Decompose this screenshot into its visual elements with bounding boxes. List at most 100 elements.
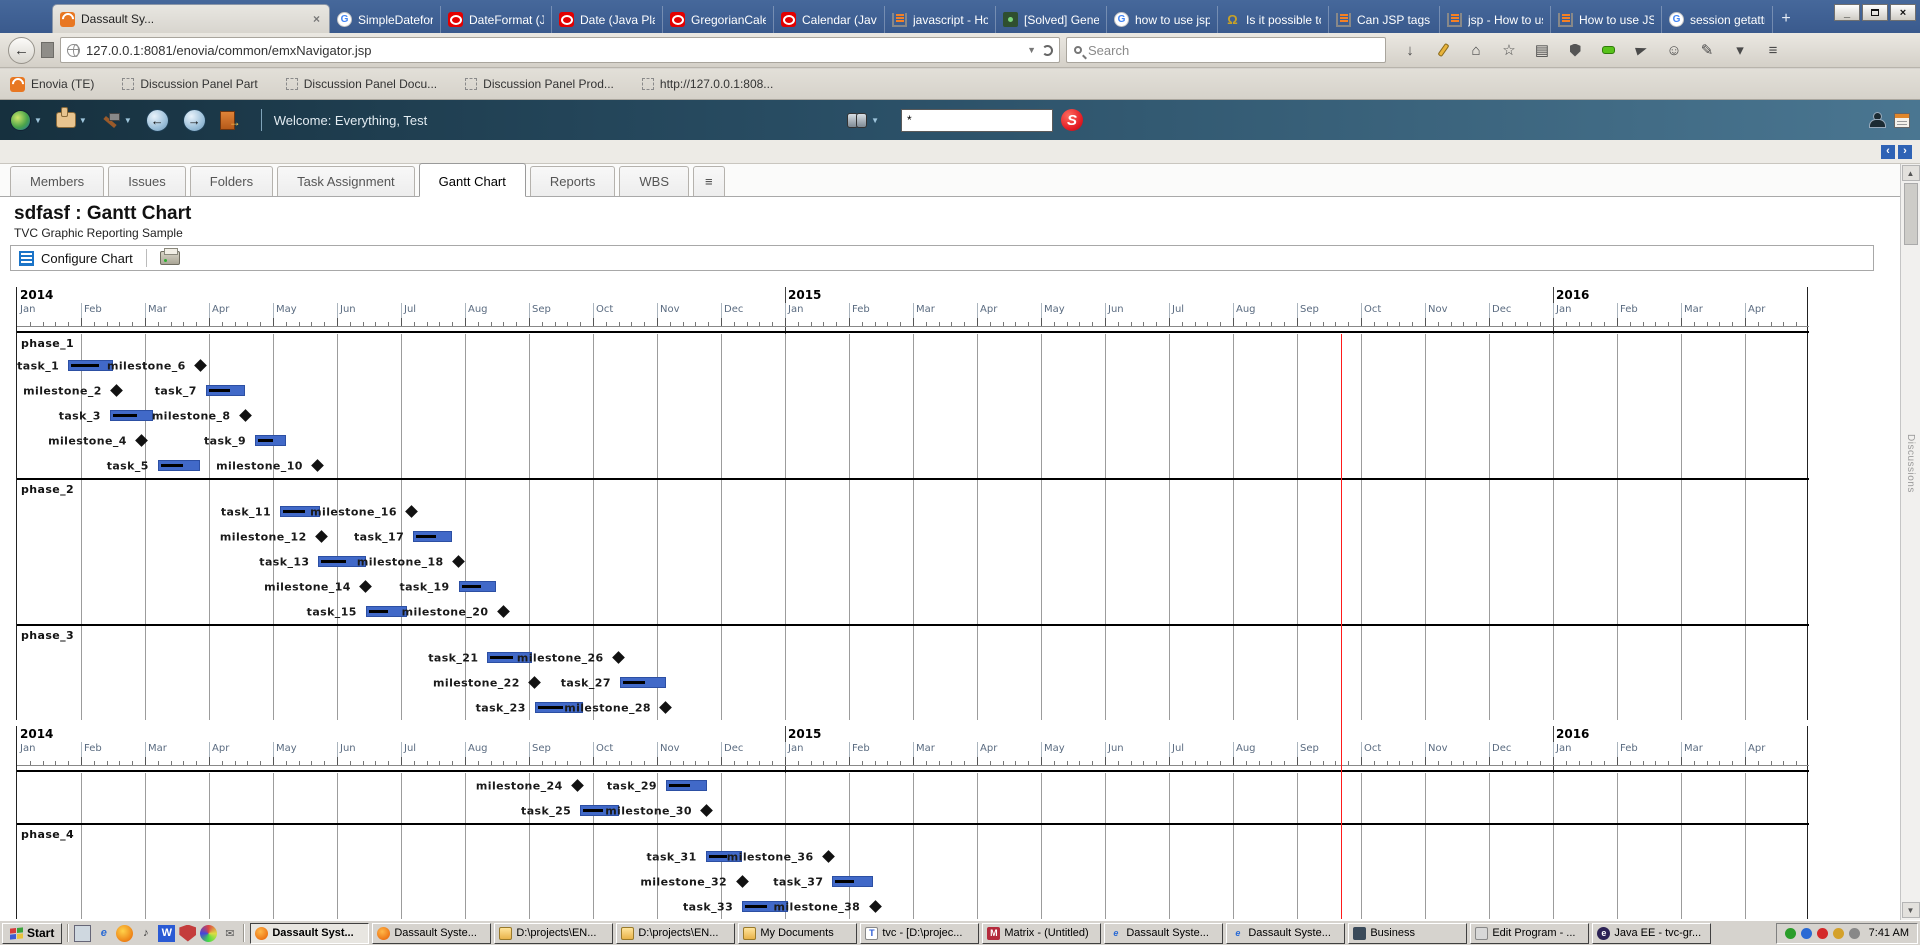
url-dropdown-icon[interactable]: ▼	[1027, 45, 1036, 55]
browser-tab[interactable]: Gsession getattri...	[1662, 6, 1773, 33]
gantt-milestone-diamond[interactable]	[452, 555, 465, 568]
tab-close-icon[interactable]: ×	[311, 12, 322, 26]
bookmark-star-icon[interactable]: ☆	[1497, 38, 1521, 62]
gantt-milestone-diamond[interactable]	[135, 434, 148, 447]
tab-members[interactable]: Members	[10, 166, 104, 196]
collaboration-icon[interactable]	[1869, 112, 1886, 128]
bookmark-item[interactable]: Discussion Panel Prod...	[465, 77, 614, 91]
hamburger-menu-icon[interactable]: ≡	[1761, 38, 1785, 62]
browser-tab[interactable]: [Solved] Genera...	[996, 6, 1107, 33]
browser-tab[interactable]: Can JSP tags be...	[1329, 6, 1440, 33]
bookmark-item[interactable]: Enovia (TE)	[10, 77, 94, 92]
bookmark-item[interactable]: Discussion Panel Part	[122, 77, 257, 91]
send-tab-icon[interactable]	[1629, 38, 1653, 62]
browser-tab[interactable]: DateFormat (Ja...	[441, 6, 552, 33]
search-input[interactable]	[1088, 43, 1378, 58]
browser-tab[interactable]: ΩIs it possible to ...	[1218, 6, 1329, 33]
restore-button[interactable]	[1862, 4, 1888, 21]
url-input[interactable]	[86, 43, 1021, 58]
paint-icon[interactable]	[200, 925, 217, 942]
gantt-milestone-diamond[interactable]	[315, 530, 328, 543]
gantt-task-bar[interactable]	[832, 876, 872, 887]
browser-tab[interactable]: GregorianCalen...	[663, 6, 774, 33]
bookmarks-sidebar-icon[interactable]: ▤	[1530, 38, 1554, 62]
taskbar-window-button[interactable]: eJava EE - tvc-gr...	[1592, 923, 1711, 944]
taskbar-window-button[interactable]: D:\projects\EN...	[494, 923, 613, 944]
bookmark-item[interactable]: http://127.0.0.1:808...	[642, 77, 773, 91]
scroll-up-icon[interactable]: ▲	[1902, 165, 1920, 181]
overflow-caret-icon[interactable]: ▾	[1728, 38, 1752, 62]
gantt-milestone-diamond[interactable]	[406, 505, 419, 518]
tab-task-assignment[interactable]: Task Assignment	[277, 166, 415, 196]
mail-icon[interactable]: ✉	[221, 925, 238, 942]
antivirus-icon[interactable]	[1785, 928, 1796, 939]
gantt-task-bar[interactable]	[620, 677, 666, 688]
volume-icon[interactable]: ♪	[137, 925, 154, 942]
taskbar-window-button[interactable]: Dassault Syste...	[372, 923, 491, 944]
page-icon[interactable]	[41, 42, 54, 58]
app-search-input[interactable]	[901, 109, 1053, 132]
tools-icon[interactable]: ▼	[101, 111, 132, 129]
taskbar-window-button[interactable]: MMatrix - (Untitled)	[982, 923, 1101, 944]
gantt-milestone-diamond[interactable]	[497, 605, 510, 618]
tab-wbs[interactable]: WBS	[619, 166, 689, 196]
gantt-milestone-diamond[interactable]	[869, 900, 882, 913]
gantt-task-bar[interactable]	[413, 531, 452, 542]
tab-overflow-menu[interactable]: ≡	[693, 166, 725, 196]
discussions-tab[interactable]: Discussions	[1905, 434, 1916, 493]
browser-tab[interactable]: Ghow to use jsp t...	[1107, 6, 1218, 33]
highlighter-icon[interactable]	[1431, 38, 1455, 62]
browser-tab[interactable]: How to use JSP ...	[1551, 6, 1662, 33]
smiley-icon[interactable]: ☺	[1662, 38, 1686, 62]
taskbar-window-button[interactable]: D:\projects\EN...	[616, 923, 735, 944]
url-bar[interactable]: ▼	[60, 37, 1060, 63]
gantt-task-bar[interactable]	[206, 385, 246, 396]
gantt-task-bar[interactable]	[158, 460, 200, 471]
new-tab-button[interactable]: +	[1773, 7, 1799, 31]
tab-issues[interactable]: Issues	[108, 166, 186, 196]
bookmark-item[interactable]: Discussion Panel Docu...	[286, 77, 437, 91]
firefox-icon[interactable]	[116, 925, 133, 942]
notes-icon[interactable]	[1894, 113, 1910, 128]
taskbar-window-button[interactable]: Edit Program - ...	[1470, 923, 1589, 944]
shield-icon[interactable]	[1563, 38, 1587, 62]
home-icon[interactable]: ⌂	[1464, 38, 1488, 62]
gantt-milestone-diamond[interactable]	[194, 359, 207, 372]
browser-tab[interactable]: javascript - How...	[885, 6, 996, 33]
taskbar-window-button[interactable]: My Documents	[738, 923, 857, 944]
quill-icon[interactable]: ✎	[1695, 38, 1719, 62]
start-button[interactable]: Start	[2, 923, 62, 944]
browser-tab[interactable]: GSimpleDateform...	[330, 6, 441, 33]
taskbar-window-button[interactable]: Dassault Syst...	[250, 923, 369, 944]
tab-folders[interactable]: Folders	[190, 166, 273, 196]
taskbar-window-button[interactable]: Ttvc - [D:\projec...	[860, 923, 979, 944]
gantt-milestone-diamond[interactable]	[528, 676, 541, 689]
minimize-button[interactable]: _	[1834, 4, 1860, 21]
update-icon[interactable]	[1833, 928, 1844, 939]
browser-tab[interactable]: Date (Java Platf...	[552, 6, 663, 33]
gantt-milestone-diamond[interactable]	[660, 701, 673, 714]
gantt-milestone-diamond[interactable]	[822, 850, 835, 863]
logout-button[interactable]	[220, 111, 235, 130]
search-bar[interactable]	[1066, 37, 1386, 63]
volume-tray-icon[interactable]	[1849, 928, 1860, 939]
taskbar-window-button[interactable]: Business	[1348, 923, 1467, 944]
gantt-milestone-diamond[interactable]	[736, 875, 749, 888]
messenger-icon[interactable]	[1817, 928, 1828, 939]
network-icon[interactable]	[1801, 928, 1812, 939]
taskbar-window-button[interactable]: eDassault Syste...	[1226, 923, 1345, 944]
security-icon[interactable]	[179, 925, 196, 942]
close-button[interactable]: ×	[1890, 4, 1916, 21]
word-icon[interactable]: W	[158, 925, 175, 942]
gantt-milestone-diamond[interactable]	[571, 779, 584, 792]
history-back-button[interactable]: ←	[146, 109, 169, 132]
scrollbar-thumb[interactable]	[1904, 183, 1918, 245]
gantt-task-bar[interactable]	[666, 780, 707, 791]
reload-icon[interactable]	[1042, 45, 1053, 56]
back-button[interactable]: ←	[8, 37, 35, 64]
gantt-milestone-diamond[interactable]	[701, 804, 714, 817]
browser-tab[interactable]: jsp - How to use...	[1440, 6, 1551, 33]
browser-tab[interactable]: Calendar (Java ...	[774, 6, 885, 33]
app-home-icon[interactable]: ▼	[10, 110, 42, 131]
tab-gantt-chart[interactable]: Gantt Chart	[419, 163, 526, 197]
